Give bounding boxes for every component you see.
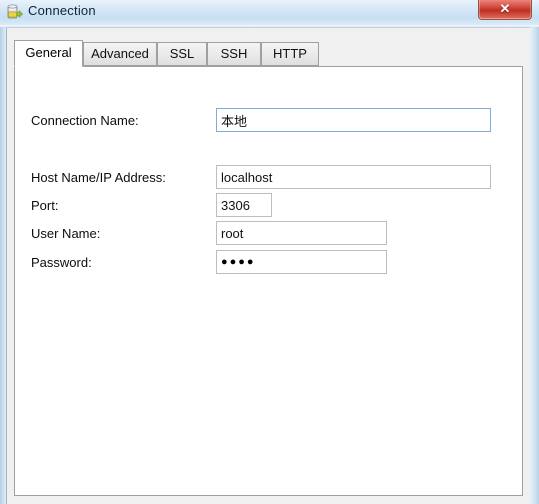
- tab-http[interactable]: HTTP: [261, 42, 319, 66]
- user-name-input[interactable]: [216, 221, 387, 245]
- tab-strip: General Advanced SSL SSH HTTP: [14, 40, 524, 67]
- connection-dialog-window: Connection ✕ General Advanced SSL SSH HT…: [0, 0, 539, 504]
- port-input[interactable]: [216, 193, 272, 217]
- database-connection-icon: [6, 3, 24, 21]
- port-label: Port:: [31, 198, 59, 213]
- dialog-client-area: General Advanced SSL SSH HTTP Connection…: [6, 27, 530, 504]
- password-input[interactable]: [216, 250, 387, 274]
- user-name-label: User Name:: [31, 226, 101, 241]
- window-title: Connection: [28, 3, 96, 18]
- tab-ssl[interactable]: SSL: [157, 42, 207, 66]
- close-button[interactable]: ✕: [478, 0, 532, 20]
- window-frame-right: [530, 0, 539, 504]
- tab-ssh[interactable]: SSH: [207, 42, 261, 66]
- connection-name-input[interactable]: [216, 108, 491, 132]
- tab-general[interactable]: General: [14, 40, 83, 67]
- connection-name-label: Connection Name:: [31, 113, 139, 128]
- host-name-label: Host Name/IP Address:: [31, 170, 166, 185]
- password-label: Password:: [31, 255, 92, 270]
- general-tab-panel: Connection Name: Host Name/IP Address: P…: [14, 66, 523, 496]
- close-icon: ✕: [499, 1, 511, 16]
- host-name-input[interactable]: [216, 165, 491, 189]
- tab-advanced[interactable]: Advanced: [83, 42, 157, 66]
- title-bar[interactable]: Connection ✕: [0, 0, 539, 25]
